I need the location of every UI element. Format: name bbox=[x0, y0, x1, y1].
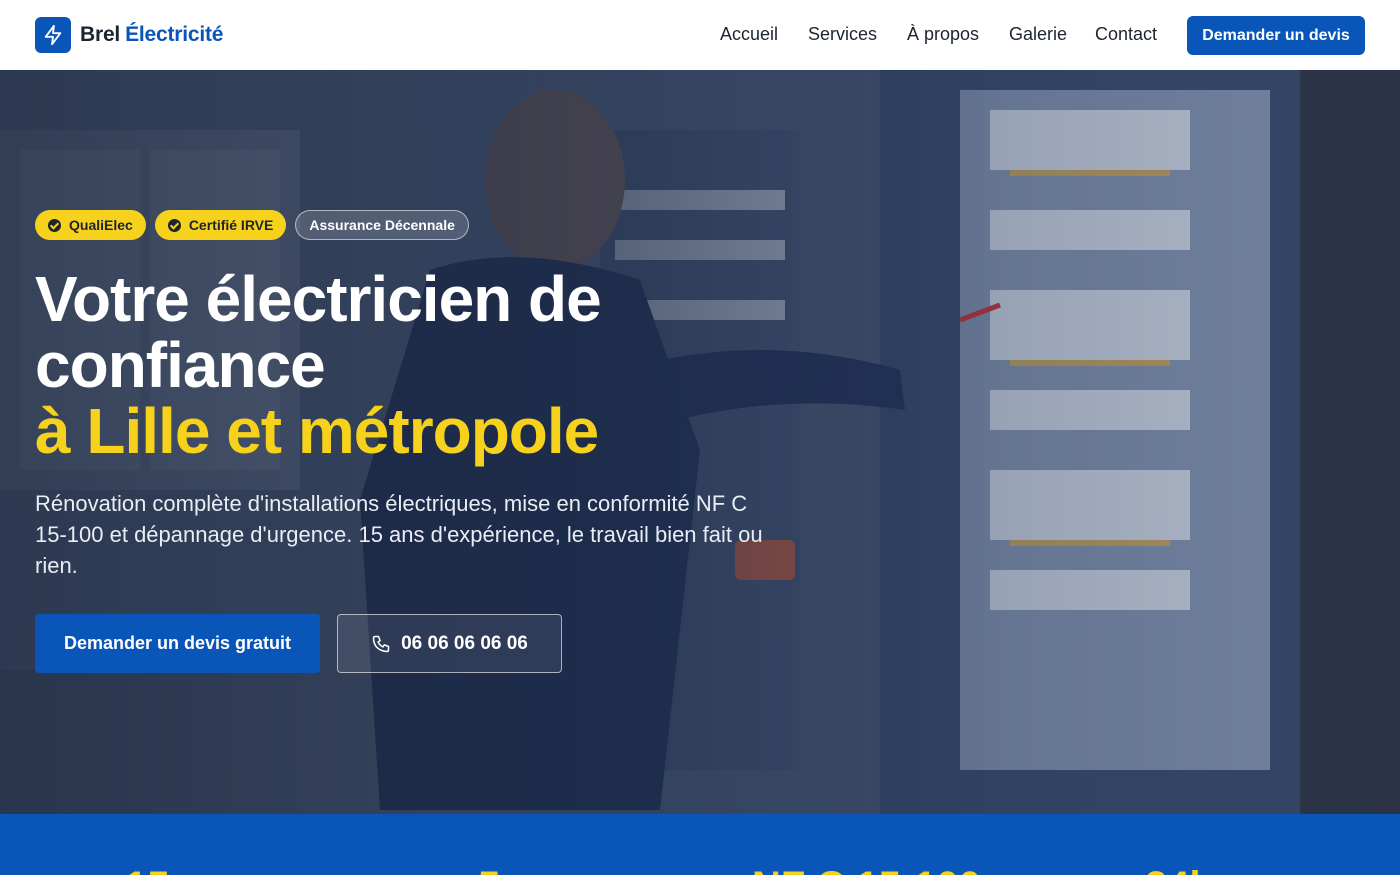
hero-title: Votre électricien de confiance à Lille e… bbox=[35, 263, 602, 467]
site-header: Brel Électricité Accueil Services À propo… bbox=[0, 0, 1400, 70]
badge-irve: Certifié IRVE bbox=[154, 210, 287, 240]
brand-accent-word: Électricité bbox=[125, 23, 224, 46]
hero-section: QualiElec Certifié IRVE Assurance Décenn… bbox=[0, 70, 1400, 814]
phone-icon bbox=[371, 634, 391, 654]
phone-number: 06 06 06 06 06 bbox=[401, 632, 528, 654]
nav-item-a-propos[interactable]: À propos bbox=[907, 24, 979, 45]
request-quote-button[interactable]: Demander un devis bbox=[1187, 16, 1365, 55]
badge-label: Assurance Décennale bbox=[309, 217, 455, 233]
stat-value: 5 bbox=[478, 864, 500, 875]
check-circle-icon bbox=[48, 218, 61, 232]
hero-title-highlight: à Lille et métropole bbox=[35, 395, 599, 467]
nav-item-accueil[interactable]: Accueil bbox=[720, 24, 778, 45]
stat-value: 24h bbox=[1145, 864, 1214, 875]
hero-subtitle: Rénovation complète d'installations élec… bbox=[35, 491, 763, 578]
check-circle-icon bbox=[167, 218, 181, 232]
phone-button[interactable]: 06 06 06 06 06 bbox=[337, 614, 562, 673]
certification-badges: QualiElec Certifié IRVE Assurance Décenn… bbox=[35, 210, 469, 240]
badge-qualielec: QualiElec bbox=[35, 210, 146, 240]
nav-item-contact[interactable]: Contact bbox=[1095, 24, 1157, 45]
brand-logo[interactable]: Brel Électricité bbox=[35, 17, 223, 53]
free-quote-button[interactable]: Demander un devis gratuit bbox=[35, 614, 320, 673]
badge-label: Certifié IRVE bbox=[188, 217, 274, 233]
badge-assurance: Assurance Décennale bbox=[295, 210, 469, 240]
hero-title-line2: confiance bbox=[35, 329, 326, 401]
hero-title-line1: Votre électricien de bbox=[35, 263, 602, 335]
brand-name: Brel Électricité bbox=[80, 23, 224, 46]
stats-band: 15 5 NF C 15-100 24h bbox=[0, 814, 1400, 875]
lightning-icon bbox=[35, 17, 71, 53]
stat-value: 15 bbox=[125, 864, 170, 875]
nav-item-services[interactable]: Services bbox=[808, 24, 877, 45]
stat-value: NF C 15-100 bbox=[752, 864, 981, 875]
badge-label: QualiElec bbox=[69, 217, 133, 233]
nav-item-galerie[interactable]: Galerie bbox=[1009, 24, 1067, 45]
